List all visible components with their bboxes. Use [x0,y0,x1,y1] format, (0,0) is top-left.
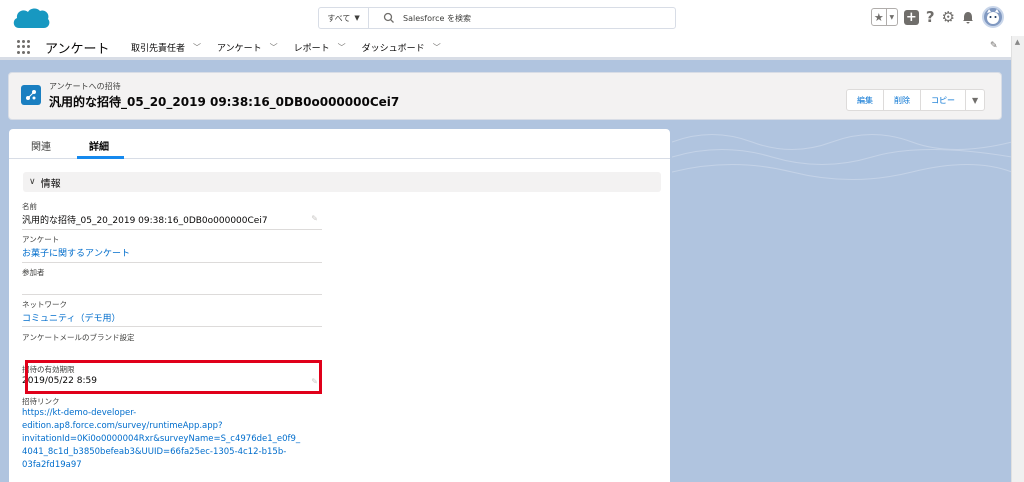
record-tabs: 関連 詳細 [9,129,670,159]
field-value: 汎用的な招待_05_20_2019 09:38:16_0DB0o000000Ce… [22,216,268,226]
page-title: 汎用的な招待_05_20_2019 09:38:16_0DB0o000000Ce… [49,95,400,109]
edit-nav-pencil-icon[interactable]: ✎ [990,41,998,51]
invitation-link[interactable]: https://kt-demo-developer- edition.ap8.f… [22,407,322,472]
chevron-down-icon[interactable]: ∨ [29,177,36,187]
global-search: すべて ▼ [318,7,676,29]
favorites-button-group: ★ ▼ [870,8,898,26]
search-icon [383,12,394,23]
app-name: アンケート [45,42,110,57]
more-actions-icon[interactable]: ▼ [966,90,984,110]
field-label: 名前 [22,202,37,211]
nav-item-reports[interactable]: レポート ﹀ [294,41,346,54]
avatar[interactable] [982,6,1004,28]
help-icon[interactable]: ? [926,8,935,26]
chevron-down-icon[interactable]: ﹀ [193,42,201,53]
nav-item-contacts[interactable]: 取引先責任者 ﹀ [131,41,201,54]
link-line[interactable]: 03fa2fd19a97 [22,459,322,472]
network-link[interactable]: コミュニティ（デモ用） [22,311,120,324]
search-scope-label: すべて [327,13,351,23]
record-actions: 編集 削除 コピー ▼ [846,89,986,111]
pencil-icon[interactable]: ✎ [311,214,318,223]
link-line[interactable]: https://kt-demo-developer- [22,407,322,420]
background-pattern [672,134,1012,180]
tab-detail[interactable]: 詳細 [89,138,109,153]
chevron-down-icon[interactable]: ﹀ [433,42,441,53]
field-participant: 参加者 [22,267,322,297]
field-label: アンケートメールのブランド設定 [22,333,135,342]
link-line[interactable]: 4041_8c1d_b3850befeab3&UUID=66fa25ec-130… [22,446,322,459]
tab-related[interactable]: 関連 [31,138,51,153]
record-type-label: アンケートへの招待 [49,82,121,91]
nav-item-dashboards[interactable]: ダッシュボード ﹀ [362,41,441,54]
survey-invitation-icon [21,85,41,105]
nav-item-surveys[interactable]: アンケート ﹀ [217,41,278,54]
section-title: 情報 [40,178,61,190]
active-tab-indicator [77,156,124,159]
gear-icon[interactable]: ⚙ [942,8,955,26]
chevron-down-icon[interactable]: ﹀ [338,42,346,53]
nav-item-label: レポート [293,44,330,54]
nav-item-label: ダッシュボード [361,44,425,54]
plus-icon[interactable]: + [903,9,919,25]
scroll-up-icon[interactable]: ▲ [1011,36,1024,48]
app-launcher-icon[interactable] [17,40,31,54]
bell-icon[interactable] [962,11,974,24]
search-input[interactable] [403,13,663,23]
nav-item-label: アンケート [217,44,262,54]
survey-link[interactable]: お菓子に関するアンケート [22,246,130,259]
header-utilities: ★ ▼ + ? ⚙ [870,6,1024,28]
link-line[interactable]: invitationId=0Ki0o0000004Rxr&surveyName=… [22,433,322,446]
scrollbar[interactable] [1011,36,1024,482]
highlight-box [25,360,322,394]
link-line[interactable]: edition.ap8.force.com/survey/runtimeApp.… [22,420,322,433]
section-header-info[interactable]: ∨ 情報 [23,172,661,192]
field-label: ネットワーク [22,300,67,309]
nav-item-label: 取引先責任者 [131,44,186,54]
field-label: 招待リンク [22,397,60,406]
field-label: アンケート [22,235,60,244]
field-brand: アンケートメールのブランド設定 [22,332,322,362]
app-navigation: アンケート 取引先責任者 ﹀ アンケート ﹀ レポート ﹀ ダッシュボード ﹀ … [0,36,1024,60]
field-label: 参加者 [22,268,45,277]
chevron-down-icon[interactable]: ﹀ [270,42,278,53]
field-survey: アンケート お菓子に関するアンケート [22,234,322,264]
edit-button[interactable]: 編集 [847,90,884,110]
delete-button[interactable]: 削除 [884,90,921,110]
copy-button[interactable]: コピー [921,90,966,110]
salesforce-logo-icon[interactable] [11,6,51,32]
star-icon[interactable]: ★ [872,9,887,25]
global-header: すべて ▼ ★ ▼ + ? ⚙ [0,0,1024,36]
field-network: ネットワーク コミュニティ（デモ用） [22,299,322,329]
favorites-dropdown-icon[interactable]: ▼ [887,9,897,25]
search-scope-dropdown[interactable]: すべて ▼ [319,8,369,28]
nav-items: 取引先責任者 ﹀ アンケート ﹀ レポート ﹀ ダッシュボード ﹀ [131,41,457,54]
caret-down-icon: ▼ [354,14,360,22]
record-header: アンケートへの招待 汎用的な招待_05_20_2019 09:38:16_0DB… [8,72,1002,120]
field-name: 名前 汎用的な招待_05_20_2019 09:38:16_0DB0o00000… [22,201,322,231]
